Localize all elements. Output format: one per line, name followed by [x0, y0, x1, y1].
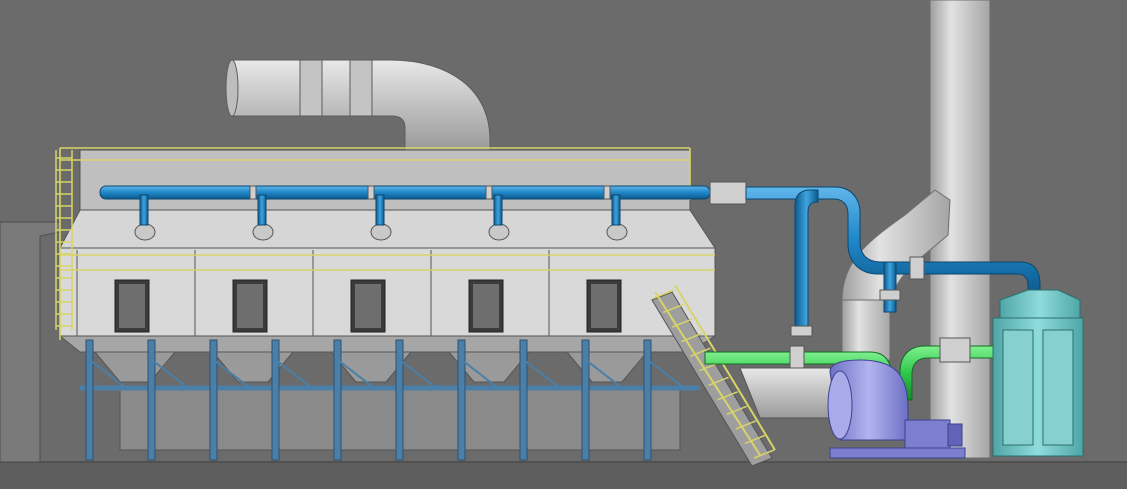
support-column [85, 339, 94, 461]
support-column [581, 339, 590, 461]
adsorption-bed [58, 149, 717, 383]
equipment-drawing [0, 0, 1127, 489]
support-column [519, 339, 528, 461]
support-column [209, 339, 218, 461]
support-column [643, 339, 652, 461]
support-column [457, 339, 466, 461]
filter-unit [992, 289, 1084, 457]
support-column [395, 339, 404, 461]
support-column [147, 339, 156, 461]
top-duct [225, 59, 491, 151]
support-column [271, 339, 280, 461]
support-column [333, 339, 342, 461]
